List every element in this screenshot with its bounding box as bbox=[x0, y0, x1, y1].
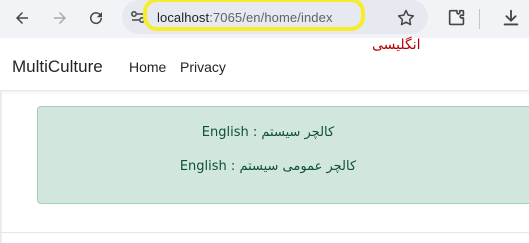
culture-line-1: English : کالچر سیستم bbox=[201, 125, 335, 140]
url-text[interactable]: localhost:7065/en/home/index bbox=[157, 10, 333, 25]
url-path: :7065/en/home/index bbox=[209, 10, 333, 25]
browser-toolbar: localhost:7065/en/home/index bbox=[0, 0, 529, 38]
nav-link-privacy[interactable]: Privacy bbox=[180, 59, 226, 75]
culture-alert: English : کالچر سیستم English : کالچر عم… bbox=[37, 106, 529, 204]
forward-icon[interactable] bbox=[50, 8, 70, 28]
back-icon[interactable] bbox=[12, 8, 32, 28]
bookmark-star-icon[interactable] bbox=[396, 8, 416, 33]
reload-icon[interactable] bbox=[86, 8, 106, 28]
url-host: localhost bbox=[157, 10, 210, 25]
extensions-puzzle-icon[interactable] bbox=[446, 7, 468, 34]
nav-link-home[interactable]: Home bbox=[129, 59, 166, 75]
download-icon[interactable] bbox=[500, 7, 522, 34]
site-navbar: MultiCulture Home Privacy bbox=[0, 38, 529, 91]
culture-line-2: English : کالچر عمومی سیستم bbox=[179, 159, 357, 174]
left-border bbox=[0, 90, 2, 243]
language-annotation: انگلیسی bbox=[372, 37, 421, 53]
footer-divider bbox=[0, 232, 529, 233]
brand-link[interactable]: MultiCulture bbox=[12, 57, 103, 77]
toolbar-divider bbox=[479, 9, 480, 29]
